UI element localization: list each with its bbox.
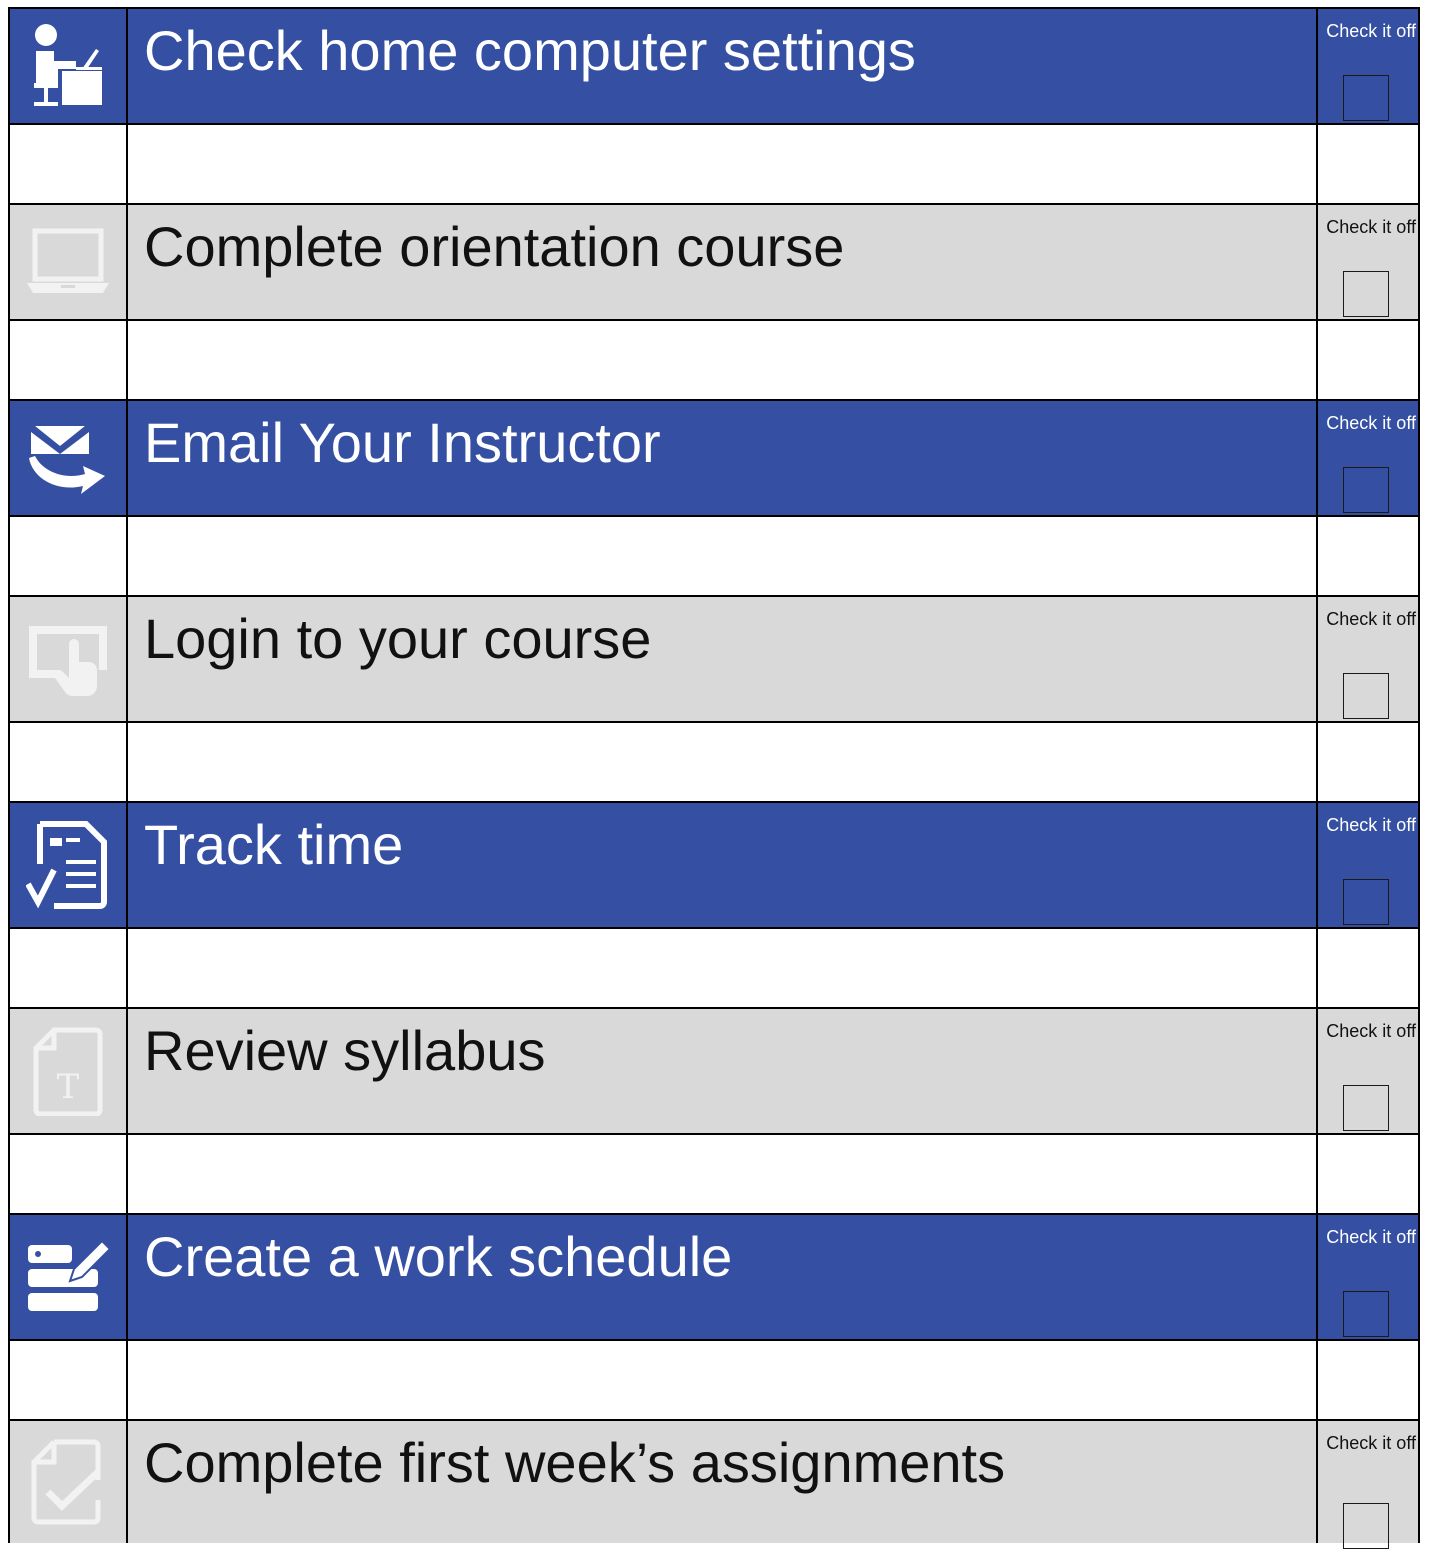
checklist-row: Complete first week’s assignments Check …: [10, 1421, 1418, 1549]
task-checkbox[interactable]: [1343, 467, 1389, 513]
task-checkbox[interactable]: [1343, 673, 1389, 719]
task-checkbox[interactable]: [1343, 75, 1389, 121]
check-cell: Check it off: [1318, 803, 1418, 927]
check-cell: Check it off: [1318, 1421, 1418, 1549]
task-title: Create a work schedule: [128, 1215, 1318, 1339]
task-title: Complete first week’s assignments: [128, 1421, 1318, 1543]
task-checkbox[interactable]: [1343, 879, 1389, 925]
check-it-off-label: Check it off: [1326, 21, 1416, 41]
task-title: Email Your Instructor: [128, 401, 1318, 515]
spacer-row: [10, 125, 1418, 205]
svg-text:T: T: [57, 1067, 80, 1107]
spacer-row: [10, 321, 1418, 401]
check-it-off-label: Check it off: [1326, 217, 1416, 237]
checklist-table: Check home computer settings Check it of…: [8, 7, 1420, 1549]
check-it-off-label: Check it off: [1326, 609, 1416, 629]
icon-cell: [10, 803, 128, 927]
icon-cell: [10, 1421, 128, 1543]
spacer-row: [10, 929, 1418, 1009]
task-title: Complete orientation course: [128, 205, 1318, 319]
spacer-row: [10, 517, 1418, 597]
check-it-off-label: Check it off: [1326, 1227, 1416, 1247]
check-it-off-label: Check it off: [1326, 413, 1416, 433]
task-checkbox[interactable]: [1343, 271, 1389, 317]
icon-cell: [10, 9, 128, 123]
icon-cell: [10, 401, 128, 515]
task-title: Review syllabus: [128, 1009, 1318, 1133]
check-cell: Check it off: [1318, 597, 1418, 721]
task-title: Login to your course: [128, 597, 1318, 721]
text-document-icon: T: [32, 1026, 104, 1116]
task-title: Check home computer settings: [128, 9, 1318, 123]
task-checkbox[interactable]: [1343, 1085, 1389, 1131]
icon-cell: [10, 1215, 128, 1339]
check-cell: Check it off: [1318, 401, 1418, 515]
touch-screen-icon: [25, 620, 111, 698]
check-cell: Check it off: [1318, 205, 1418, 319]
check-it-off-label: Check it off: [1326, 1433, 1416, 1453]
checklist-row: Complete orientation course Check it off: [10, 205, 1418, 321]
person-at-desk-icon: [28, 23, 108, 109]
task-title: Track time: [128, 803, 1318, 927]
task-checkbox[interactable]: [1343, 1503, 1389, 1549]
edit-list-icon: [24, 1235, 112, 1319]
spacer-row: [10, 1135, 1418, 1215]
spacer-row: [10, 723, 1418, 803]
check-it-off-label: Check it off: [1326, 1021, 1416, 1041]
checklist-row: Email Your Instructor Check it off: [10, 401, 1418, 517]
checklist-row: Create a work schedule Check it off: [10, 1215, 1418, 1341]
laptop-icon: [25, 227, 111, 297]
icon-cell: T: [10, 1009, 128, 1133]
checklist-row: Track time Check it off: [10, 803, 1418, 929]
check-cell: Check it off: [1318, 1009, 1418, 1133]
check-cell: Check it off: [1318, 1215, 1418, 1339]
check-it-off-label: Check it off: [1326, 815, 1416, 835]
check-cell: Check it off: [1318, 9, 1418, 123]
email-send-icon: [25, 418, 111, 498]
checklist-row: Login to your course Check it off: [10, 597, 1418, 723]
checklist-row: Check home computer settings Check it of…: [10, 9, 1418, 125]
task-checkbox[interactable]: [1343, 1291, 1389, 1337]
checklist-row: T Review syllabus Check it off: [10, 1009, 1418, 1135]
icon-cell: [10, 597, 128, 721]
document-check-icon: [30, 1438, 106, 1526]
spacer-row: [10, 1341, 1418, 1421]
checklist-document-icon: [26, 820, 110, 910]
icon-cell: [10, 205, 128, 319]
